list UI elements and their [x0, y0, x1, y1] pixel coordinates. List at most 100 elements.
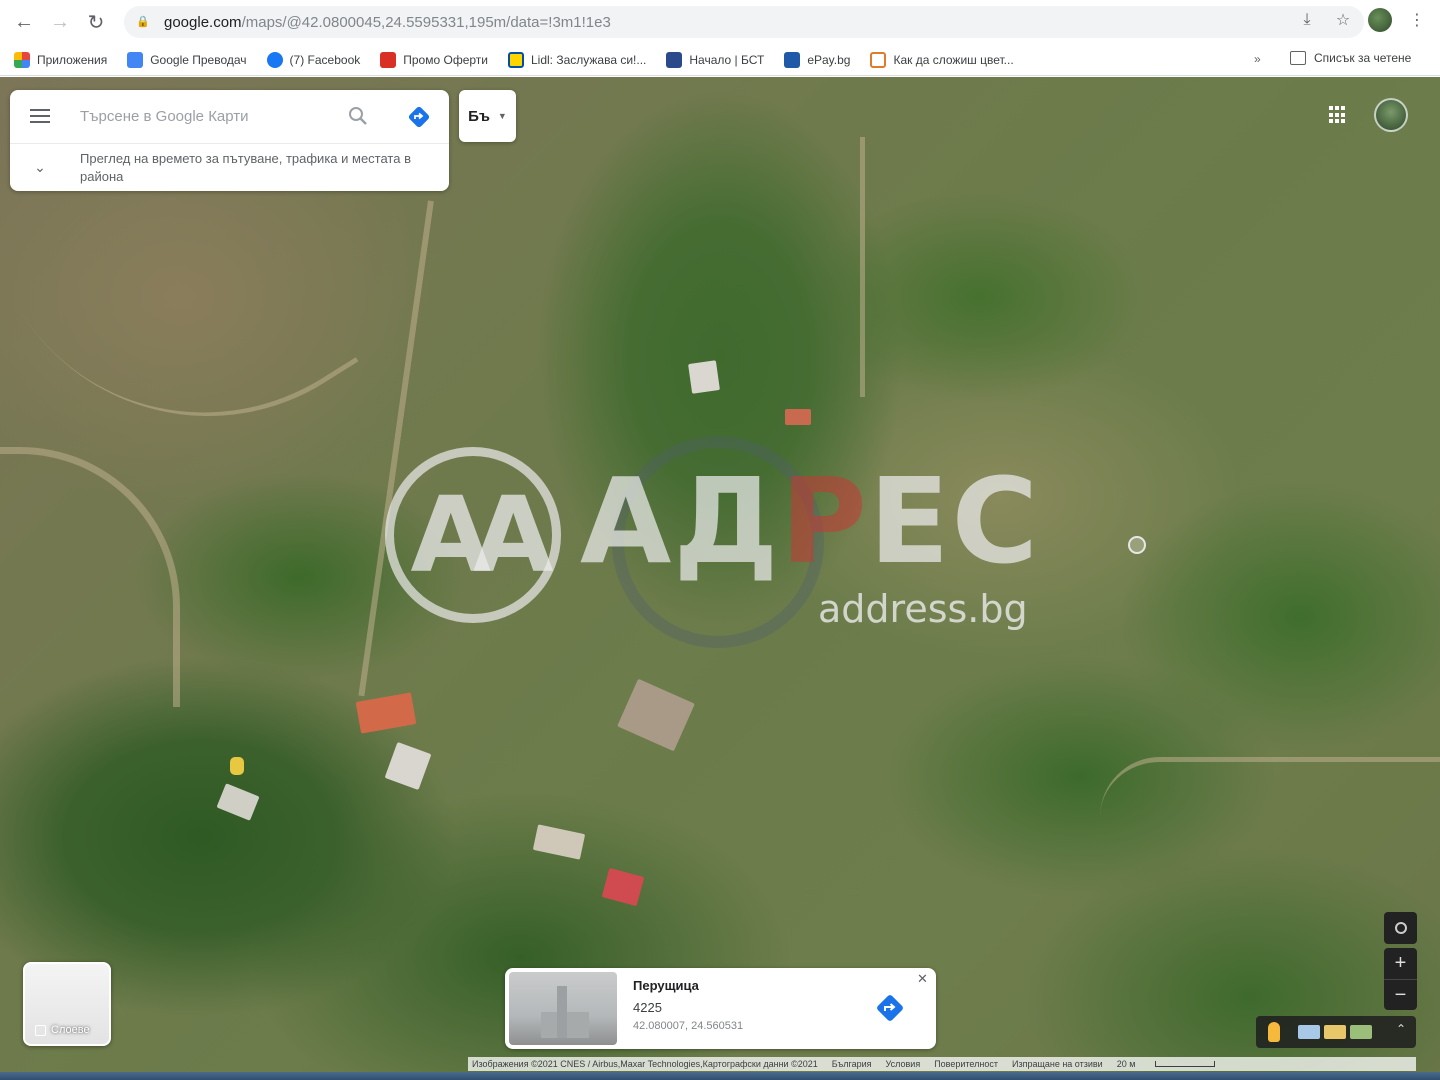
bookmark-label: (7) Facebook — [289, 52, 361, 67]
map-bottom-controls: ⌃ — [1256, 1016, 1416, 1048]
imagery-credits: Изображения ©2021 CNES / Airbus,Maxar Te… — [472, 1059, 818, 1069]
address-bar[interactable]: 🔒 google.com/maps/@42.0800045,24.5595331… — [124, 6, 1364, 38]
bookmarks-more-button[interactable]: » — [1254, 52, 1261, 66]
place-coordinates: 42.080007, 24.560531 — [633, 1020, 744, 1032]
reading-list-icon — [1290, 51, 1306, 65]
search-input[interactable] — [80, 107, 330, 125]
map-type-traffic[interactable] — [1324, 1025, 1346, 1039]
map-type-biking[interactable] — [1350, 1025, 1372, 1039]
google-apps-icon[interactable] — [1329, 106, 1347, 124]
search-row — [10, 90, 449, 142]
place-postal-code: 4225 — [633, 1000, 662, 1015]
close-icon[interactable]: ✕ — [917, 971, 928, 987]
reload-icon[interactable]: ↻ — [78, 4, 114, 40]
url-text[interactable]: google.com/maps/@42.0800045,24.5595331,1… — [164, 14, 611, 31]
dirt-road — [860, 137, 890, 397]
menu-dots-icon[interactable]: ⋮ — [1406, 9, 1428, 31]
bookmark-label: Google Преводач — [150, 52, 247, 67]
layers-label: Слоеве — [35, 1024, 90, 1036]
bookmark-apps[interactable]: Приложения — [14, 51, 107, 68]
watermark-text-end: ЕС — [868, 452, 1041, 590]
place-photo[interactable] — [509, 972, 617, 1045]
bookmark-color-howto[interactable]: Как да сложиш цвет... — [870, 51, 1014, 68]
bst-icon — [666, 51, 683, 68]
house-roof — [617, 678, 695, 752]
reading-list-button[interactable]: Списък за четене — [1290, 51, 1411, 65]
watermark-logo: AA — [385, 447, 561, 623]
bookmark-page-icon — [870, 51, 887, 68]
bookmark-label: ePay.bg — [807, 52, 851, 67]
lidl-icon — [507, 51, 524, 68]
profile-avatar[interactable] — [1368, 8, 1392, 32]
layers-text: Слоеве — [51, 1024, 90, 1036]
language-selector[interactable]: Бъ ▼ — [459, 90, 516, 142]
star-icon[interactable]: ☆ — [1332, 9, 1354, 31]
my-location-button[interactable] — [1384, 912, 1417, 944]
bookmark-facebook[interactable]: (7) Facebook — [266, 51, 361, 68]
directions-icon[interactable] — [406, 104, 432, 130]
expand-icon[interactable]: ⌃ — [1396, 1022, 1406, 1036]
dirt-road — [0, 447, 180, 707]
zoom-in-button[interactable]: + — [1384, 948, 1417, 979]
bookmark-bst[interactable]: Начало | БСТ — [666, 51, 765, 68]
bookmark-label: Lidl: Заслужава си!... — [530, 52, 647, 67]
bookmark-google-translate[interactable]: Google Преводач — [127, 51, 247, 68]
epay-icon — [784, 51, 801, 68]
os-taskbar — [0, 1072, 1440, 1080]
place-card[interactable]: Перущица 4225 42.080007, 24.560531 ✕ — [505, 968, 936, 1049]
scale-bar[interactable]: 20 м — [1117, 1059, 1216, 1069]
watermark-brand: АДРЕС — [580, 452, 1040, 590]
watermark-logo-letters: AA — [410, 474, 554, 596]
location-pin-icon[interactable] — [1128, 536, 1146, 554]
layers-toggle[interactable]: Слоеве — [23, 962, 111, 1046]
bookmark-label: Начало | БСТ — [689, 52, 765, 67]
lock-icon: 🔒 — [136, 16, 150, 28]
attribution-link-feedback[interactable]: Изпращане на отзиви — [1012, 1059, 1103, 1069]
house-roof — [216, 783, 260, 821]
house-roof — [688, 360, 720, 394]
install-icon[interactable]: ⤓ — [1296, 9, 1318, 31]
attribution-link-privacy[interactable]: Поверителност — [934, 1059, 998, 1069]
house-roof — [355, 692, 417, 734]
scale-line — [1155, 1061, 1216, 1067]
watermark-text-start: АД — [580, 452, 781, 590]
bookmark-label: Промо Оферти — [403, 52, 488, 67]
map-type-terrain[interactable] — [1298, 1025, 1320, 1039]
dirt-road — [1100, 757, 1440, 817]
attribution-link-country[interactable]: България — [832, 1059, 872, 1069]
language-label: Бъ — [468, 107, 490, 125]
promo-icon — [380, 51, 397, 68]
watermark-text-accent: Р — [780, 452, 869, 590]
maps-search-card: ⌄ Преглед на времето за пътуване, трафик… — [10, 90, 449, 191]
bookmark-lidl[interactable]: Lidl: Заслужава си!... — [507, 51, 647, 68]
watermark-site: address.bg — [818, 587, 1028, 631]
reading-list-label: Списък за четене — [1314, 51, 1412, 65]
explore-nearby-row[interactable]: ⌄ Преглед на времето за пътуване, трафик… — [10, 144, 449, 191]
bookmark-promo[interactable]: Промо Оферти — [380, 51, 488, 68]
bookmark-epay[interactable]: ePay.bg — [784, 51, 851, 68]
zoom-out-button[interactable]: − — [1384, 979, 1417, 1010]
my-location-icon — [1394, 922, 1407, 934]
layers-icon — [35, 1024, 46, 1036]
explore-hint-text: Преглед на времето за пътуване, трафика … — [80, 150, 411, 184]
directions-icon[interactable] — [874, 992, 906, 1024]
bookmarks-bar: Приложения Google Преводач (7) Facebook … — [0, 44, 1440, 76]
translate-icon — [127, 51, 144, 68]
pegman-icon[interactable] — [1268, 1022, 1280, 1042]
account-avatar[interactable] — [1374, 98, 1408, 132]
bookmark-label: Как да сложиш цвет... — [893, 52, 1014, 67]
facebook-icon — [266, 51, 283, 68]
attribution-link-terms[interactable]: Условия — [886, 1059, 921, 1069]
caret-down-icon: ▼ — [497, 111, 507, 121]
url-path: /maps/@42.0800045,24.5595331,195m/data=!… — [241, 13, 611, 31]
apps-grid-icon — [14, 51, 30, 68]
back-icon[interactable]: ← — [6, 4, 42, 40]
hamburger-menu-icon[interactable] — [10, 90, 70, 142]
house-roof — [230, 757, 244, 775]
search-icon[interactable] — [348, 106, 368, 126]
browser-toolbar: ← → ↻ 🔒 google.com/maps/@42.0800045,24.5… — [0, 0, 1440, 44]
chevron-down-icon[interactable]: ⌄ — [10, 159, 70, 176]
url-domain: google.com — [164, 13, 242, 31]
forward-icon[interactable]: → — [42, 4, 78, 40]
zoom-controls: + − — [1384, 948, 1417, 1010]
